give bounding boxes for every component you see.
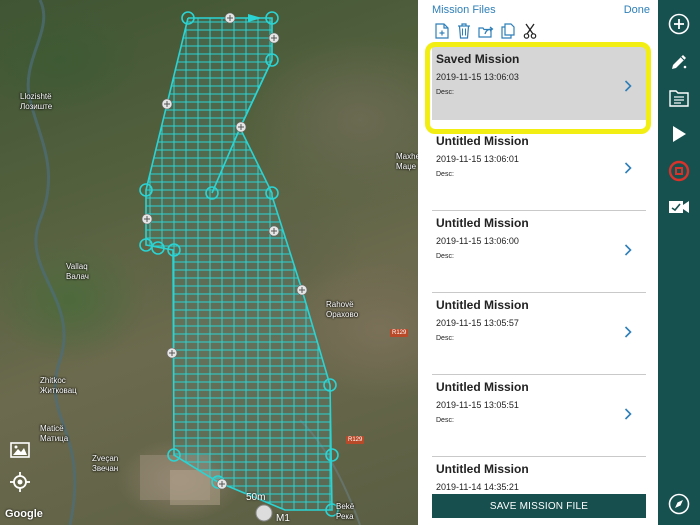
locate-icon[interactable] (8, 470, 32, 494)
home-point (255, 504, 273, 522)
mission-title: Untitled Mission (436, 462, 529, 476)
mission-date: 2019-11-15 13:06:00 (436, 236, 519, 246)
tool-rail (658, 0, 700, 525)
mission-desc: Desc: (436, 171, 454, 178)
cut-icon[interactable] (522, 23, 538, 39)
map-label-beke: Bekë Река (336, 502, 355, 521)
scale-label: 50m (246, 492, 266, 503)
map-label-matice: Maticë Матица (40, 424, 69, 443)
share-icon[interactable] (478, 23, 494, 39)
mission-desc: Desc: (436, 335, 454, 342)
duplicate-icon[interactable] (500, 23, 516, 39)
chevron-right-icon (624, 407, 632, 425)
edit-pencil-icon[interactable] (667, 50, 691, 74)
add-icon[interactable] (667, 12, 691, 36)
mission-title: Untitled Mission (436, 298, 529, 312)
map-view[interactable]: Llozishtë Лозиште Vallaq Валач Zhitkoc Ж… (0, 0, 418, 525)
mission-item[interactable]: Untitled Mission 2019-11-15 13:05:51 Des… (432, 374, 646, 448)
mission-date: 2019-11-14 14:35:21 (436, 482, 519, 492)
mission-desc: Desc: (436, 89, 454, 96)
panel-header: Mission Files Done (418, 0, 658, 20)
mission-desc: Desc: (436, 417, 454, 424)
road-badge: R129 (390, 329, 409, 337)
survey-grid (139, 11, 339, 522)
mission-title: Untitled Mission (436, 380, 529, 394)
trash-icon[interactable] (456, 23, 472, 39)
chevron-right-icon (624, 79, 632, 97)
mission-item[interactable]: Untitled Mission 2019-11-15 13:06:00 Des… (432, 210, 646, 284)
mission-files-icon[interactable] (667, 86, 691, 110)
panel-title: Mission Files (432, 4, 496, 16)
record-icon[interactable] (667, 159, 691, 183)
done-button[interactable]: Done (624, 4, 650, 16)
mission-item[interactable]: Untitled Mission 2019-11-15 13:06:01 Des… (432, 128, 646, 202)
map-label-rahove: Rahovë Ораховo (326, 300, 359, 319)
save-mission-file-button[interactable]: SAVE MISSION FILE (432, 494, 646, 518)
map-label-vallaq: Vallaq Валач (66, 262, 89, 281)
road-badge: R129 (346, 436, 365, 444)
mission-desc: Desc: (436, 253, 454, 260)
compass-icon[interactable] (667, 492, 691, 516)
mission-date: 2019-11-15 13:06:03 (436, 72, 519, 82)
map-label-zvecan: Zveçan Звечан (92, 454, 119, 473)
map-type-icon[interactable] (8, 438, 32, 462)
video-camera-icon[interactable] (667, 195, 691, 219)
home-point-label: M1 (276, 513, 290, 524)
chevron-right-icon (624, 243, 632, 261)
map-label-llozishte: Llozishtë Лозиште (20, 92, 53, 111)
mission-title: Saved Mission (436, 52, 520, 66)
chevron-right-icon (624, 161, 632, 179)
mission-title: Untitled Mission (436, 134, 529, 148)
mission-date: 2019-11-15 13:05:51 (436, 400, 519, 410)
mission-item[interactable]: Untitled Mission 2019-11-15 13:05:57 Des… (432, 292, 646, 366)
mission-date: 2019-11-15 13:06:01 (436, 154, 519, 164)
mission-title: Untitled Mission (436, 216, 529, 230)
google-attribution: Google (5, 508, 43, 520)
play-icon[interactable] (667, 122, 691, 146)
new-file-icon[interactable] (434, 23, 450, 39)
map-label-zhitkoc: Zhitkoc Житковац (40, 376, 77, 395)
map-label-maxhe: Maxhe Маџе (396, 152, 418, 171)
chevron-right-icon (624, 325, 632, 343)
mission-date: 2019-11-15 13:05:57 (436, 318, 519, 328)
mission-item-saved[interactable]: Saved Mission 2019-11-15 13:06:03 Desc: (432, 46, 646, 120)
mission-toolbar (418, 20, 658, 42)
mission-files-panel: Mission Files Done Saved Mission 2019-11… (418, 0, 658, 525)
